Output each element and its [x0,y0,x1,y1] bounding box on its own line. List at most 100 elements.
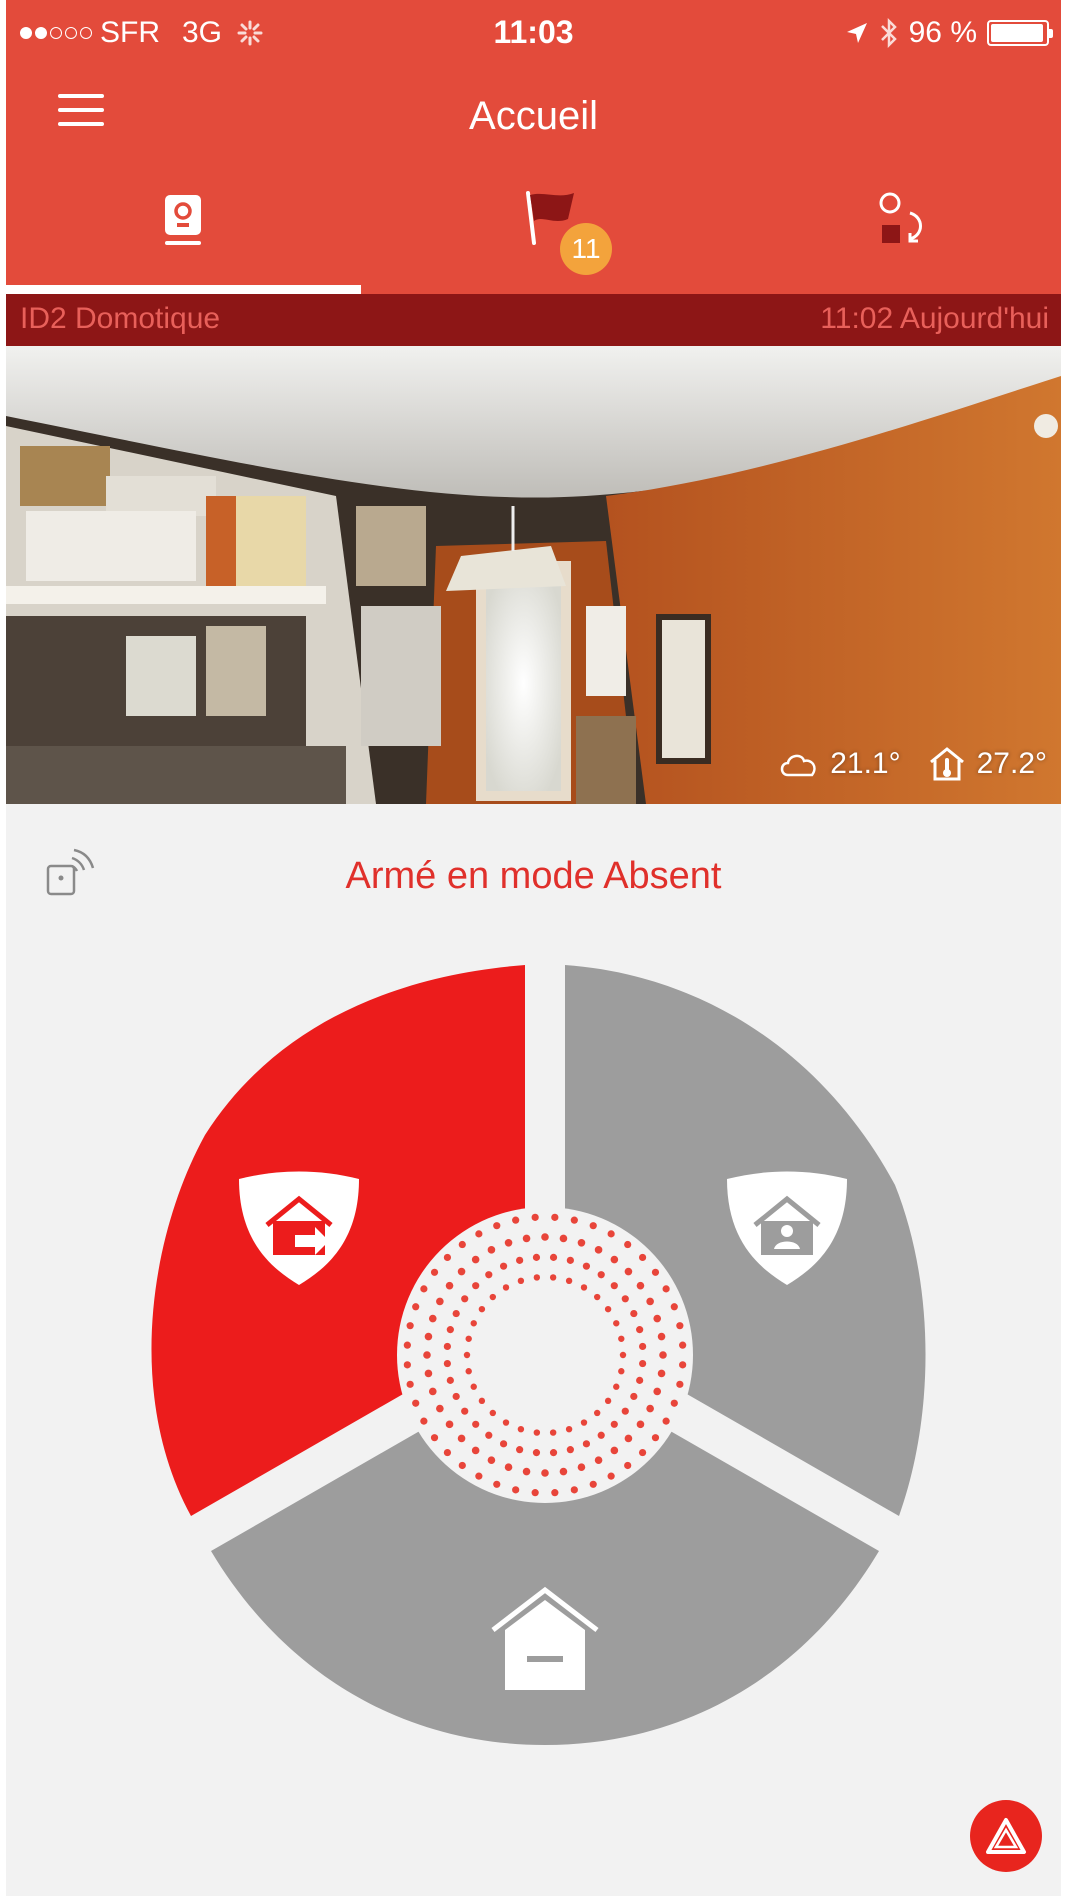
scenario-icon [879,192,922,243]
status-dot [624,1240,632,1249]
status-dot [676,1380,684,1388]
status-dot [461,1407,469,1415]
status-dot [412,1303,420,1311]
sos-alert-button[interactable] [970,1800,1042,1872]
status-dot [613,1320,620,1327]
status-dot [610,1420,618,1428]
warning-triangle-icon [986,1818,1026,1854]
status-dot [424,1332,433,1341]
status-dot [624,1267,633,1276]
status-dot [549,1253,558,1261]
status-dot [472,1420,480,1428]
status-dot [420,1417,428,1425]
status-dot [499,1262,508,1270]
tab-events[interactable]: 11 [358,165,710,295]
tab-bar: 11 [6,165,1061,295]
status-dot [502,1284,510,1291]
status-dot [445,1420,454,1429]
status-dot [679,1361,687,1369]
status-dot [597,1271,605,1279]
status-dot [471,1255,480,1264]
status-dot [428,1314,437,1323]
status-dot [452,1392,460,1401]
status-dot [657,1369,666,1378]
status-dot [636,1326,644,1334]
status-dot [624,1461,632,1470]
status-dot [472,1282,480,1290]
status-dot [670,1399,678,1407]
status-dot [610,1282,618,1290]
status-dot [662,1417,670,1425]
status-dot [436,1297,444,1306]
status-dot [589,1222,597,1230]
status-dot [504,1238,513,1247]
temperature-readout: 21.1° 27.2° [778,746,1047,782]
status-dot [580,1419,588,1426]
status-dot [424,1369,433,1378]
app-screen: SFR 3G 11:03 96 % Accueil 11 ID2 Domotiq… [6,0,1061,1896]
status-dot [610,1446,619,1455]
status-dot [512,1486,520,1494]
status-dot [493,1222,501,1230]
status-dot [489,1293,497,1301]
status-dot [436,1404,444,1413]
status-dot [639,1342,647,1351]
status-dot [565,1277,573,1285]
indoor-temperature: 27.2° [976,747,1047,780]
cloud-icon [780,754,816,777]
status-dot [549,1429,557,1436]
status-dot [403,1341,411,1349]
status-dot [446,1376,454,1384]
app-header: SFR 3G 11:03 96 % Accueil 11 [6,0,1061,295]
status-dot [446,1326,454,1334]
status-dot [653,1387,662,1396]
status-dot [636,1281,645,1290]
status-dot [406,1380,414,1388]
status-dot [670,1303,678,1311]
camera-snapshot[interactable]: 21.1° 27.2° [6,346,1061,804]
status-dot [485,1271,493,1279]
status-dot [659,1351,667,1359]
status-dot [676,1322,684,1330]
status-dot [471,1446,480,1455]
battery-percentage: 96 % [908,16,977,49]
status-dot [493,1480,501,1488]
status-dot [607,1472,615,1480]
status-dot [582,1440,591,1448]
status-dot [559,1234,568,1243]
status-dot [420,1285,428,1293]
status-dot [532,1253,541,1261]
status-dot [517,1425,525,1433]
events-badge: 11 [560,223,612,275]
status-dot [679,1341,687,1349]
status-dot [653,1314,662,1323]
status-dot [570,1486,578,1494]
status-dot [485,1431,493,1439]
status-dot [624,1434,633,1443]
status-dot [639,1359,647,1368]
camera-name: ID2 Domotique [20,302,221,335]
status-dot [551,1489,559,1497]
status-dot [597,1431,605,1439]
status-dot [566,1256,574,1264]
status-dot [594,1456,603,1464]
status-dot [443,1253,452,1262]
status-dot [580,1284,588,1291]
tab-automation[interactable] [710,165,1061,295]
status-dot [516,1256,524,1264]
status-dot [412,1399,420,1407]
status-dot [532,1449,541,1457]
tab-camera[interactable] [6,165,358,295]
status-dot [657,1332,666,1341]
status-dot [531,1213,539,1221]
status-dot [458,1461,466,1470]
status-dot [638,1253,647,1262]
status-dot [489,1409,497,1417]
status-dot [516,1446,524,1454]
status-dot [636,1420,645,1429]
status-dot [570,1216,578,1224]
camera-info-bar: ID2 Domotique 11:02 Aujourd'hui [6,294,1061,346]
status-dot [463,1351,471,1359]
status-dot [577,1463,586,1472]
status-dot [531,1489,539,1497]
